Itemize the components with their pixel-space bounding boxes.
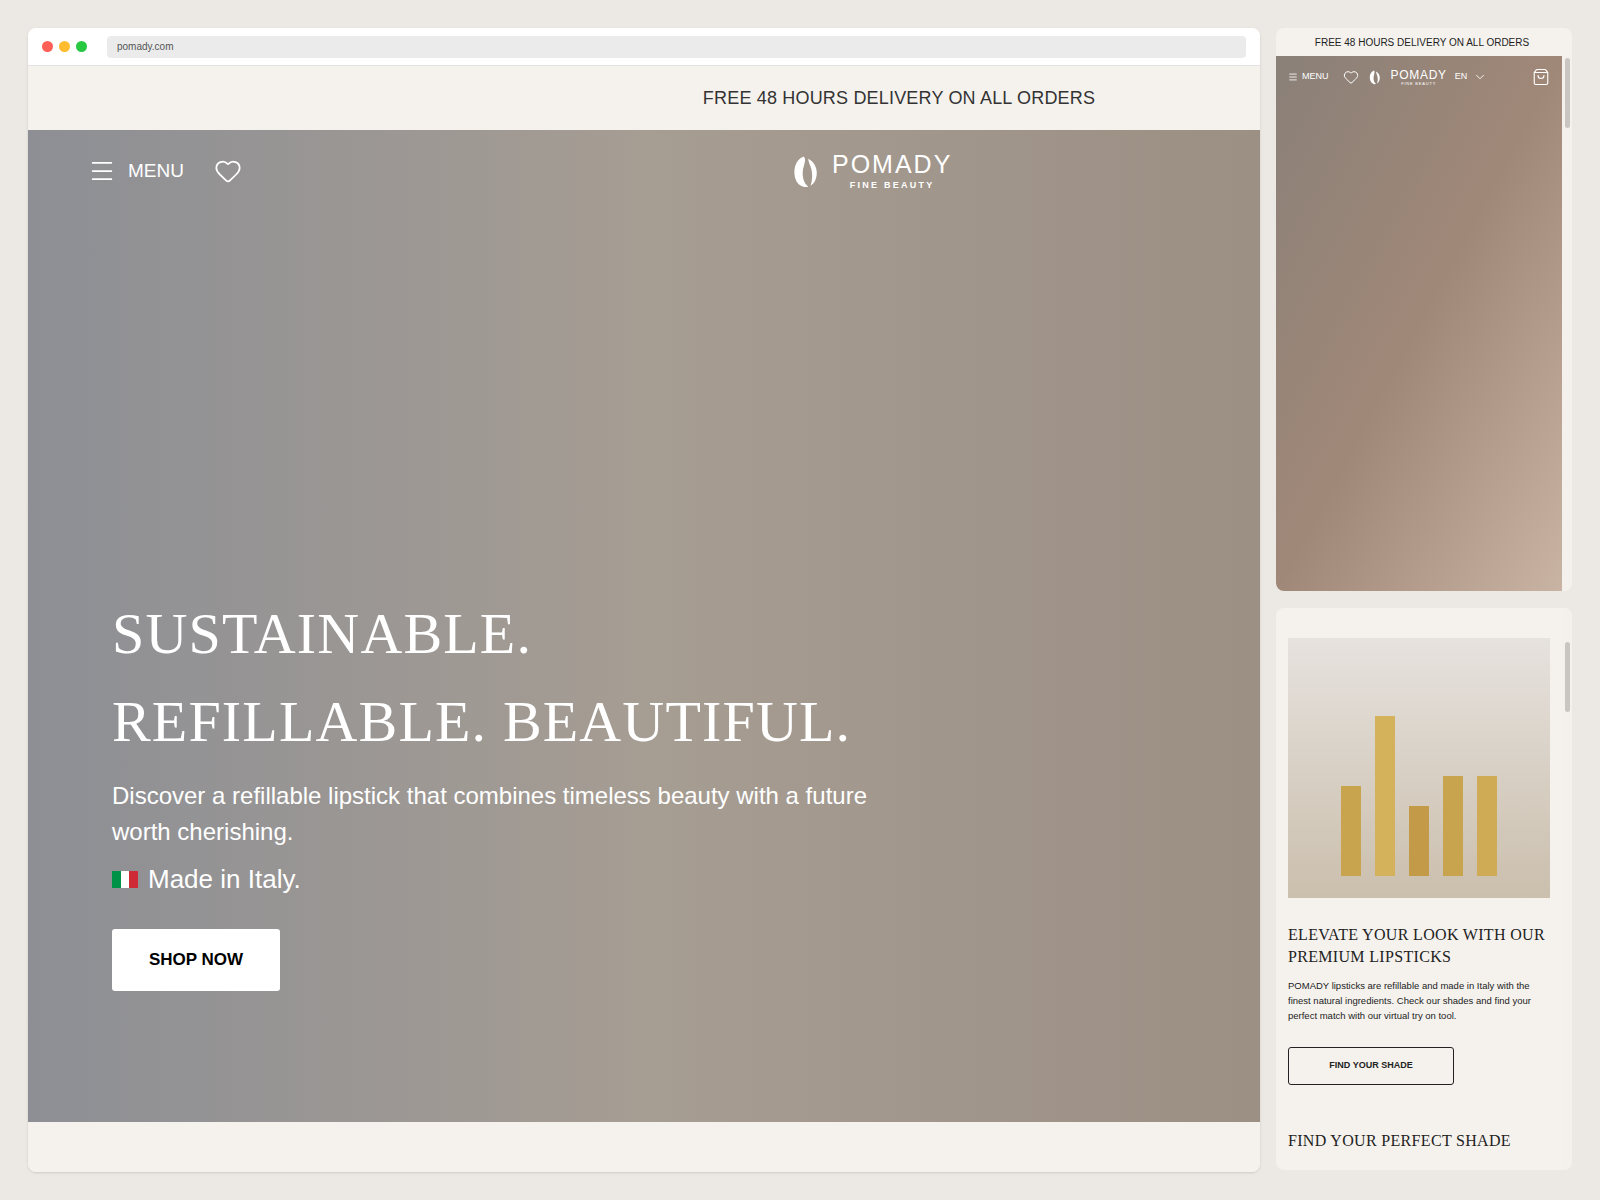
header: MENU POMADYFINE BEAUTY (28, 130, 1260, 190)
menu-button[interactable]: MENU (1288, 70, 1329, 84)
hero-content: SUSTAINABLE.REFILLABLE. BEAUTIFUL. Discov… (28, 590, 1260, 991)
italy-flag-icon (112, 871, 138, 888)
logo[interactable]: POMADYFINE BEAUTY (788, 152, 952, 190)
window-control[interactable] (42, 41, 53, 52)
find-shade-button[interactable]: FIND YOUR SHADE (1288, 1047, 1454, 1085)
mobile-screen-top: FREE 48 HOURS DELIVERY ON ALL ORDERSMENU… (1276, 28, 1572, 591)
logo-icon (788, 153, 824, 189)
browser-toolbar: pomady.com (28, 28, 1260, 66)
section-body: POMADY lipsticks are refillable and made… (1288, 978, 1550, 1023)
logo[interactable]: POMADYFINE BEAUTY (1367, 69, 1447, 86)
menu-icon (1288, 72, 1298, 82)
mobile-column: FREE 48 HOURS DELIVERY ON ALL ORDERSMENU… (1276, 28, 1572, 1200)
logo-icon (1367, 69, 1383, 85)
bag-icon[interactable] (1532, 68, 1550, 86)
hero-headline: SUSTAINABLE.REFILLABLE. BEAUTIFUL. (112, 590, 1260, 766)
heart-icon[interactable] (1343, 69, 1359, 85)
scrollbar[interactable] (1562, 56, 1572, 591)
section-heading: ELEVATE YOUR LOOK WITH OUR PREMIUM LIPST… (1288, 924, 1550, 968)
window-control[interactable] (59, 41, 70, 52)
scrollbar[interactable] (1562, 608, 1572, 1170)
hero-subtitle: Discover a refillable lipstick that comb… (112, 778, 932, 850)
hero: MENU POMADYFINE BEAUTY SUSTAINABLE.REFILLA… (28, 130, 1260, 1122)
footer-strip (28, 1122, 1260, 1172)
mobile-screen-bottom: ELEVATE YOUR LOOK WITH OUR PREMIUM LIPST… (1276, 608, 1572, 1170)
window-control[interactable] (76, 41, 87, 52)
browser-window: pomady.com FREE 48 HOURS DELIVERY ON ALL … (28, 28, 1260, 1172)
product-image (1288, 638, 1550, 898)
page: pomady.com FREE 48 HOURS DELIVERY ON ALL … (0, 0, 1600, 1200)
menu-icon (88, 157, 116, 185)
menu-button[interactable]: MENU (88, 157, 184, 186)
heart-icon[interactable] (214, 157, 242, 185)
mobile-header: MENU POMADYFINE BEAUTY EN (1276, 56, 1562, 86)
shop-now-button[interactable]: SHOP NOW (112, 929, 280, 991)
language-selector[interactable]: EN (1455, 70, 1488, 84)
chevron-down-icon (1473, 70, 1487, 84)
origin: Made in Italy. (112, 860, 1260, 899)
announcement-bar: FREE 48 HOURS DELIVERY ON ALL ORDERS (28, 66, 1260, 130)
address-bar[interactable]: pomady.com (107, 36, 1246, 58)
mobile-announcement: FREE 48 HOURS DELIVERY ON ALL ORDERS (1276, 28, 1572, 56)
mobile-hero: MENU POMADYFINE BEAUTY EN (1276, 56, 1562, 591)
next-section-heading: FIND YOUR PERFECT SHADE (1288, 1129, 1550, 1153)
